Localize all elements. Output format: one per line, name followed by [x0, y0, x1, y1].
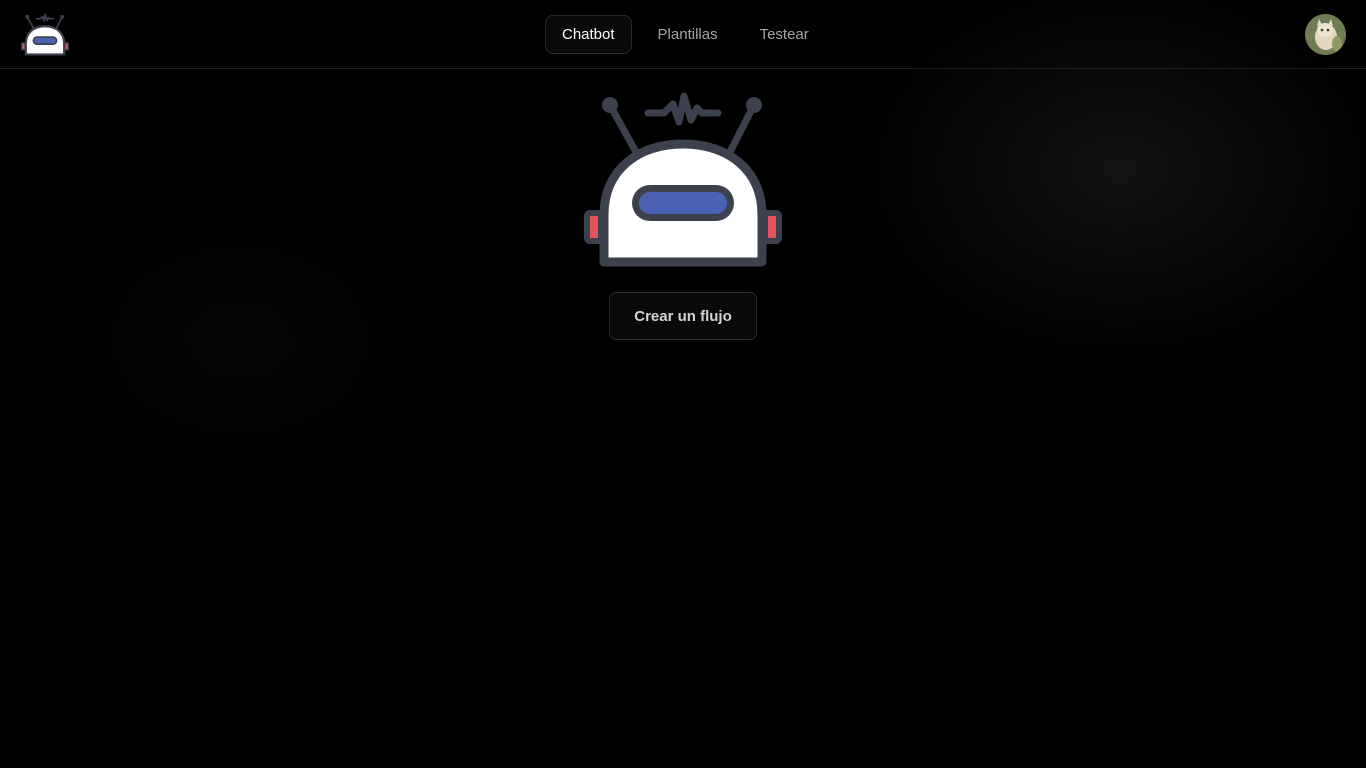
robot-icon	[580, 90, 786, 270]
avatar-image	[1305, 14, 1346, 55]
top-navbar: Chatbot Plantillas Testear	[0, 0, 1366, 69]
main-nav: Chatbot Plantillas Testear	[545, 15, 825, 54]
user-avatar[interactable]	[1305, 14, 1346, 55]
app-page: Chatbot Plantillas Testear Crear un fluj…	[0, 0, 1366, 768]
tab-plantillas[interactable]: Plantillas	[642, 15, 734, 54]
create-flow-button[interactable]: Crear un flujo	[609, 292, 757, 340]
tab-testear[interactable]: Testear	[744, 15, 825, 54]
tab-chatbot[interactable]: Chatbot	[545, 15, 632, 54]
robot-logo-icon[interactable]	[20, 12, 70, 58]
